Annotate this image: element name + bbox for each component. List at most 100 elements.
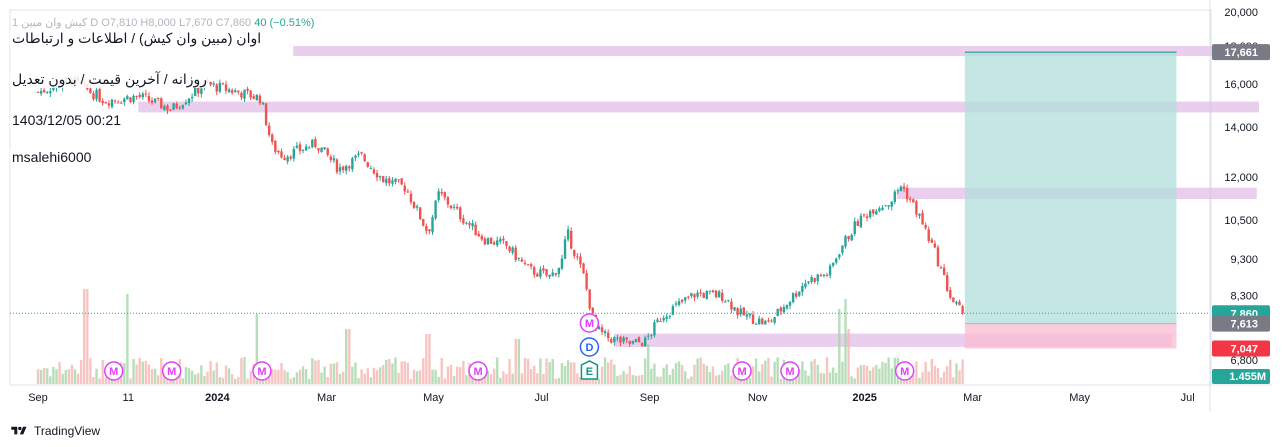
candle-body <box>212 83 215 85</box>
event-marker-letter: M <box>257 366 266 378</box>
volume-bar <box>878 368 881 384</box>
candle-body <box>890 201 893 207</box>
volume-bar <box>600 366 604 384</box>
candle-body <box>613 337 616 343</box>
price-tick-label: 8,300 <box>1230 291 1258 303</box>
candle-body <box>872 209 875 214</box>
volume-bar <box>875 365 878 384</box>
candle-body <box>853 221 856 235</box>
candle-body <box>859 215 863 228</box>
volume-bar <box>86 289 89 384</box>
candle-body <box>893 191 897 202</box>
volume-bar <box>714 375 718 384</box>
volume-bar <box>372 367 376 384</box>
candle-body <box>160 98 163 109</box>
volume-bar <box>696 358 699 384</box>
candle-body <box>850 234 853 241</box>
volume-bar <box>240 357 243 384</box>
volume-bar <box>187 368 191 384</box>
candle-body <box>215 84 218 92</box>
volume-bar <box>499 377 502 384</box>
tradingview-footer[interactable]: TradingView <box>10 421 100 441</box>
volume-bar <box>511 373 514 384</box>
volume-bar <box>955 363 958 384</box>
candle-body <box>526 264 530 266</box>
time-tick-label: 11 <box>123 392 134 404</box>
candle-body <box>508 246 511 252</box>
volume-bar <box>369 377 373 384</box>
candle-body <box>955 301 958 304</box>
volume-bar <box>181 378 185 384</box>
volume-bar <box>193 374 197 384</box>
price-badge-label: 7,047 <box>1230 343 1258 355</box>
candle-body <box>745 314 749 317</box>
candle-body <box>175 103 178 109</box>
volume-bar <box>952 377 955 384</box>
volume-bar <box>841 361 844 384</box>
price-chart[interactable]: 20,00018,00016,00014,00012,00010,5009,30… <box>0 0 1282 447</box>
candle-body <box>921 212 924 225</box>
candle-body <box>471 223 474 227</box>
candle-body <box>665 316 668 319</box>
volume-bar <box>409 378 413 384</box>
candle-body <box>838 254 841 258</box>
candle-body <box>92 93 95 100</box>
volume-bar <box>406 362 410 384</box>
candle-body <box>764 320 767 325</box>
volume-bar <box>36 369 40 384</box>
candle-body <box>391 180 394 184</box>
volume-bar <box>539 358 542 384</box>
volume-bar <box>357 378 360 384</box>
event-marker-letter: M <box>900 366 909 378</box>
volume-bar <box>348 329 351 384</box>
candle-body <box>557 267 561 275</box>
candle-body <box>603 331 607 334</box>
candle-body <box>403 185 406 192</box>
candle-body <box>591 307 594 314</box>
candle-body <box>659 320 662 322</box>
candle-body <box>104 102 108 104</box>
candle-body <box>896 190 900 192</box>
candle-body <box>489 237 493 244</box>
candle-body <box>563 239 567 259</box>
candle-body <box>961 306 964 314</box>
candle-body <box>123 98 126 103</box>
volume-bar <box>311 358 314 384</box>
volume-bar <box>366 368 369 384</box>
candle-body <box>887 205 890 207</box>
price-tick-label: 12,000 <box>1224 172 1258 184</box>
volume-bar <box>147 364 151 384</box>
volume-bar <box>502 371 505 384</box>
candle-body <box>39 90 43 94</box>
volume-bar <box>378 367 382 384</box>
candle-body <box>736 308 739 315</box>
volume-bar <box>286 371 289 384</box>
volume-bar <box>643 358 647 384</box>
volume-bar <box>637 375 641 384</box>
volume-bar <box>801 361 804 384</box>
volume-bar <box>533 365 536 384</box>
position-target-area <box>964 52 1177 324</box>
volume-bar <box>770 376 773 384</box>
candle-body <box>776 308 779 317</box>
price-badge-label: 7,613 <box>1230 319 1258 331</box>
volume-bar <box>671 368 675 384</box>
candle-body <box>338 167 342 172</box>
candle-body <box>841 245 844 253</box>
price-tick-label: 6,800 <box>1230 355 1258 367</box>
candle-body <box>946 275 949 291</box>
candle-body <box>933 243 937 248</box>
volume-bar <box>67 369 71 384</box>
volume-bar <box>317 359 320 384</box>
candle-body <box>628 341 631 344</box>
candle-body <box>363 154 366 162</box>
candle-body <box>801 285 804 293</box>
position-stop-area <box>964 323 1177 349</box>
candle-body <box>332 158 336 161</box>
volume-bar <box>563 365 567 384</box>
volume-bar <box>388 359 391 384</box>
volume-bar <box>961 359 964 384</box>
candle-body <box>378 176 382 178</box>
candle-body <box>653 322 656 336</box>
candle-body <box>95 89 98 100</box>
